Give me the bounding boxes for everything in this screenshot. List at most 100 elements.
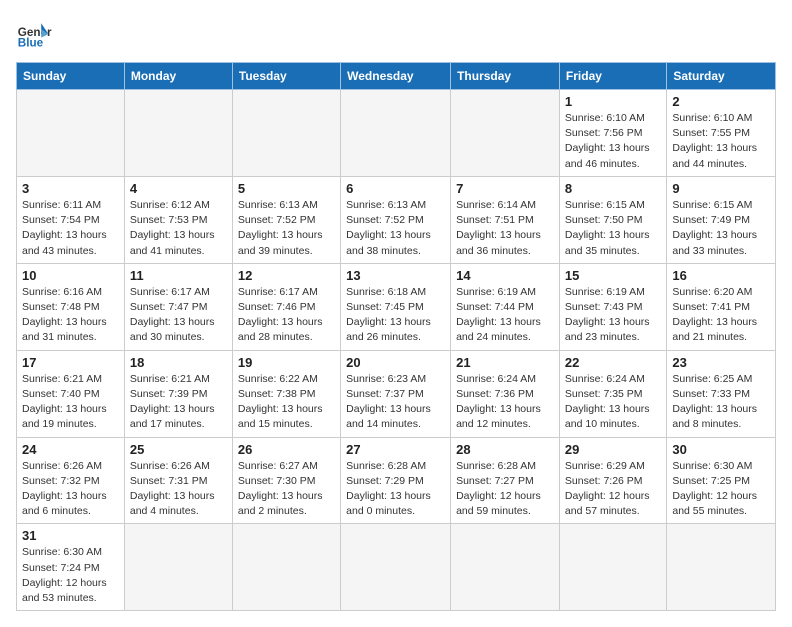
column-header-sunday: Sunday [17, 63, 125, 90]
day-info: Sunrise: 6:25 AM Sunset: 7:33 PM Dayligh… [672, 372, 770, 433]
day-info: Sunrise: 6:13 AM Sunset: 7:52 PM Dayligh… [238, 198, 335, 259]
day-info: Sunrise: 6:17 AM Sunset: 7:47 PM Dayligh… [130, 285, 227, 346]
calendar-cell: 30 Sunrise: 6:30 AM Sunset: 7:25 PM Dayli… [667, 437, 776, 524]
page-header: General Blue [16, 16, 776, 52]
day-info: Sunrise: 6:15 AM Sunset: 7:50 PM Dayligh… [565, 198, 661, 259]
calendar-cell: 8 Sunrise: 6:15 AM Sunset: 7:50 PM Daylig… [559, 176, 666, 263]
day-number: 16 [672, 268, 770, 283]
day-number: 24 [22, 442, 119, 457]
day-number: 12 [238, 268, 335, 283]
calendar-cell [232, 524, 340, 611]
day-info: Sunrise: 6:30 AM Sunset: 7:24 PM Dayligh… [22, 545, 119, 606]
day-number: 4 [130, 181, 227, 196]
column-header-tuesday: Tuesday [232, 63, 340, 90]
column-header-wednesday: Wednesday [341, 63, 451, 90]
day-number: 8 [565, 181, 661, 196]
svg-text:Blue: Blue [18, 37, 44, 50]
calendar-cell: 24 Sunrise: 6:26 AM Sunset: 7:32 PM Dayli… [17, 437, 125, 524]
day-number: 28 [456, 442, 554, 457]
day-number: 3 [22, 181, 119, 196]
calendar-cell: 17 Sunrise: 6:21 AM Sunset: 7:40 PM Dayli… [17, 350, 125, 437]
day-info: Sunrise: 6:30 AM Sunset: 7:25 PM Dayligh… [672, 459, 770, 520]
day-number: 5 [238, 181, 335, 196]
day-number: 10 [22, 268, 119, 283]
week-row-3: 10 Sunrise: 6:16 AM Sunset: 7:48 PM Dayli… [17, 263, 776, 350]
day-number: 11 [130, 268, 227, 283]
week-row-6: 31 Sunrise: 6:30 AM Sunset: 7:24 PM Dayli… [17, 524, 776, 611]
calendar-cell: 10 Sunrise: 6:16 AM Sunset: 7:48 PM Dayli… [17, 263, 125, 350]
day-number: 7 [456, 181, 554, 196]
calendar-cell: 15 Sunrise: 6:19 AM Sunset: 7:43 PM Dayli… [559, 263, 666, 350]
day-info: Sunrise: 6:22 AM Sunset: 7:38 PM Dayligh… [238, 372, 335, 433]
week-row-2: 3 Sunrise: 6:11 AM Sunset: 7:54 PM Daylig… [17, 176, 776, 263]
day-info: Sunrise: 6:17 AM Sunset: 7:46 PM Dayligh… [238, 285, 335, 346]
calendar-cell: 2 Sunrise: 6:10 AM Sunset: 7:55 PM Daylig… [667, 90, 776, 177]
day-number: 9 [672, 181, 770, 196]
column-header-saturday: Saturday [667, 63, 776, 90]
day-info: Sunrise: 6:18 AM Sunset: 7:45 PM Dayligh… [346, 285, 445, 346]
day-info: Sunrise: 6:26 AM Sunset: 7:32 PM Dayligh… [22, 459, 119, 520]
day-info: Sunrise: 6:19 AM Sunset: 7:43 PM Dayligh… [565, 285, 661, 346]
week-row-5: 24 Sunrise: 6:26 AM Sunset: 7:32 PM Dayli… [17, 437, 776, 524]
day-info: Sunrise: 6:14 AM Sunset: 7:51 PM Dayligh… [456, 198, 554, 259]
day-info: Sunrise: 6:24 AM Sunset: 7:35 PM Dayligh… [565, 372, 661, 433]
calendar-cell [451, 524, 560, 611]
day-number: 31 [22, 528, 119, 543]
calendar-cell [341, 90, 451, 177]
day-number: 15 [565, 268, 661, 283]
calendar-cell [341, 524, 451, 611]
day-info: Sunrise: 6:24 AM Sunset: 7:36 PM Dayligh… [456, 372, 554, 433]
day-info: Sunrise: 6:28 AM Sunset: 7:27 PM Dayligh… [456, 459, 554, 520]
calendar-cell: 13Sunrise: 6:18 AM Sunset: 7:45 PM Dayli… [341, 263, 451, 350]
calendar-cell: 21Sunrise: 6:24 AM Sunset: 7:36 PM Dayli… [451, 350, 560, 437]
calendar-cell: 23 Sunrise: 6:25 AM Sunset: 7:33 PM Dayli… [667, 350, 776, 437]
calendar-cell: 5 Sunrise: 6:13 AM Sunset: 7:52 PM Daylig… [232, 176, 340, 263]
calendar-cell: 6Sunrise: 6:13 AM Sunset: 7:52 PM Daylig… [341, 176, 451, 263]
day-number: 17 [22, 355, 119, 370]
calendar-cell: 14 Sunrise: 6:19 AM Sunset: 7:44 PM Dayli… [451, 263, 560, 350]
day-number: 30 [672, 442, 770, 457]
calendar-cell: 18 Sunrise: 6:21 AM Sunset: 7:39 PM Dayli… [124, 350, 232, 437]
calendar-cell [124, 524, 232, 611]
day-number: 2 [672, 94, 770, 109]
calendar-cell: 3 Sunrise: 6:11 AM Sunset: 7:54 PM Daylig… [17, 176, 125, 263]
column-header-thursday: Thursday [451, 63, 560, 90]
day-number: 23 [672, 355, 770, 370]
calendar-cell: 7 Sunrise: 6:14 AM Sunset: 7:51 PM Daylig… [451, 176, 560, 263]
day-info: Sunrise: 6:11 AM Sunset: 7:54 PM Dayligh… [22, 198, 119, 259]
day-info: Sunrise: 6:21 AM Sunset: 7:40 PM Dayligh… [22, 372, 119, 433]
day-number: 18 [130, 355, 227, 370]
day-info: Sunrise: 6:27 AM Sunset: 7:30 PM Dayligh… [238, 459, 335, 520]
day-info: Sunrise: 6:28 AM Sunset: 7:29 PM Dayligh… [346, 459, 445, 520]
calendar-cell: 1Sunrise: 6:10 AM Sunset: 7:56 PM Daylig… [559, 90, 666, 177]
day-info: Sunrise: 6:21 AM Sunset: 7:39 PM Dayligh… [130, 372, 227, 433]
column-header-monday: Monday [124, 63, 232, 90]
calendar-cell [451, 90, 560, 177]
day-number: 29 [565, 442, 661, 457]
calendar-cell: 27 Sunrise: 6:28 AM Sunset: 7:29 PM Dayli… [341, 437, 451, 524]
day-info: Sunrise: 6:19 AM Sunset: 7:44 PM Dayligh… [456, 285, 554, 346]
day-number: 26 [238, 442, 335, 457]
week-row-4: 17 Sunrise: 6:21 AM Sunset: 7:40 PM Dayli… [17, 350, 776, 437]
calendar-cell [667, 524, 776, 611]
day-number: 22 [565, 355, 661, 370]
calendar-cell: 12 Sunrise: 6:17 AM Sunset: 7:46 PM Dayli… [232, 263, 340, 350]
calendar-cell [232, 90, 340, 177]
calendar-cell [559, 524, 666, 611]
calendar-cell [17, 90, 125, 177]
calendar-table: SundayMondayTuesdayWednesdayThursdayFrid… [16, 62, 776, 611]
logo: General Blue [16, 16, 52, 52]
day-info: Sunrise: 6:23 AM Sunset: 7:37 PM Dayligh… [346, 372, 445, 433]
day-info: Sunrise: 6:10 AM Sunset: 7:55 PM Dayligh… [672, 111, 770, 172]
calendar-cell: 11 Sunrise: 6:17 AM Sunset: 7:47 PM Dayli… [124, 263, 232, 350]
day-info: Sunrise: 6:16 AM Sunset: 7:48 PM Dayligh… [22, 285, 119, 346]
day-info: Sunrise: 6:12 AM Sunset: 7:53 PM Dayligh… [130, 198, 227, 259]
calendar-cell: 26 Sunrise: 6:27 AM Sunset: 7:30 PM Dayli… [232, 437, 340, 524]
day-number: 25 [130, 442, 227, 457]
day-info: Sunrise: 6:20 AM Sunset: 7:41 PM Dayligh… [672, 285, 770, 346]
week-row-1: 1Sunrise: 6:10 AM Sunset: 7:56 PM Daylig… [17, 90, 776, 177]
day-number: 27 [346, 442, 445, 457]
day-number: 1 [565, 94, 661, 109]
day-info: Sunrise: 6:26 AM Sunset: 7:31 PM Dayligh… [130, 459, 227, 520]
day-number: 14 [456, 268, 554, 283]
